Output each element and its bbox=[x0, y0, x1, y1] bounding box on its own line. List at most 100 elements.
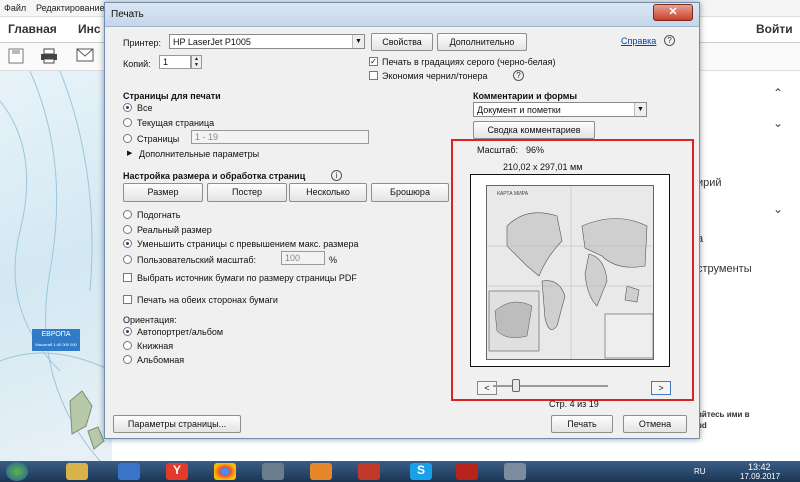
printer-select-value: HP LaserJet P1005 bbox=[173, 37, 251, 47]
orientation-auto-label: Автопортрет/альбом bbox=[137, 327, 224, 337]
radio-pages-range[interactable] bbox=[123, 134, 132, 143]
booklet-button[interactable]: Брошюра bbox=[371, 183, 449, 202]
paper-source-label: Выбрать источник бумаги по размеру стран… bbox=[137, 273, 357, 283]
right-panel-tools-text[interactable]: струменты bbox=[697, 263, 752, 275]
sign-in-link[interactable]: Войти bbox=[756, 22, 793, 36]
more-options-toggle[interactable]: Дополнительные параметры bbox=[139, 149, 259, 159]
shrink-oversized-label: Уменьшить страницы с превышением макс. р… bbox=[137, 239, 359, 249]
right-panel-text-4: вйтесь ими в bbox=[697, 410, 750, 419]
preview-slider-thumb[interactable] bbox=[512, 379, 520, 392]
properties-button[interactable]: Свойства bbox=[371, 33, 433, 51]
chevron-down-icon: ▼ bbox=[352, 35, 364, 48]
printer-label: Принтер: bbox=[123, 38, 162, 48]
media-player-icon[interactable] bbox=[310, 463, 332, 480]
prev-page-button[interactable]: < bbox=[477, 381, 497, 395]
pages-range-input[interactable]: 1 - 19 bbox=[191, 130, 369, 144]
advanced-button[interactable]: Дополнительно bbox=[437, 33, 527, 51]
copies-input[interactable]: 1 bbox=[159, 55, 191, 69]
help-icon[interactable]: ? bbox=[664, 35, 675, 46]
taskbar: Y S RU 13:42 17.09.2017 bbox=[0, 461, 800, 482]
radio-fit[interactable] bbox=[123, 210, 132, 219]
comments-select[interactable]: Документ и пометки ▼ bbox=[473, 102, 647, 117]
summarize-comments-button[interactable]: Сводка комментариев bbox=[473, 121, 595, 139]
fit-label: Подогнать bbox=[137, 210, 181, 220]
scale-value: 96% bbox=[526, 145, 545, 155]
files-icon[interactable] bbox=[262, 463, 284, 480]
chevron-down-icon[interactable]: ⌄ bbox=[773, 116, 783, 130]
custom-scale-label: Пользовательский масштаб: bbox=[137, 255, 256, 265]
copies-label: Копий: bbox=[123, 59, 151, 69]
preview-slider-track[interactable] bbox=[493, 385, 608, 387]
pages-range-label: Страницы bbox=[137, 134, 180, 144]
close-button[interactable]: ✕ bbox=[653, 4, 693, 21]
tab-home[interactable]: Главная bbox=[8, 22, 57, 36]
page-preview: КАРТА МИРА bbox=[470, 174, 670, 367]
menu-edit[interactable]: Редактирование bbox=[36, 3, 105, 13]
info-icon[interactable]: ? bbox=[513, 70, 524, 81]
radio-orientation-portrait[interactable] bbox=[123, 341, 132, 350]
page-counter: Стр. 4 из 19 bbox=[549, 399, 599, 409]
size-button[interactable]: Размер bbox=[123, 183, 203, 202]
duplex-checkbox[interactable] bbox=[123, 295, 132, 304]
printer-select[interactable]: HP LaserJet P1005 ▼ bbox=[169, 34, 365, 49]
radio-pages-all[interactable] bbox=[123, 103, 132, 112]
tab-tools[interactable]: Инс bbox=[78, 22, 101, 36]
save-ink-label: Экономия чернил/тонера bbox=[382, 71, 488, 81]
paper-size-text: 210,02 x 297,01 мм bbox=[503, 162, 583, 172]
custom-scale-input[interactable]: 100 bbox=[281, 251, 325, 265]
language-indicator[interactable]: RU bbox=[694, 467, 706, 476]
document-map-background: ЕВРОПА Масштаб 1:40 000 000 bbox=[0, 71, 112, 461]
video-icon[interactable] bbox=[358, 463, 380, 480]
print-dialog: Печать ✕ Принтер: HP LaserJet P1005 ▼ Св… bbox=[104, 2, 700, 439]
cancel-button[interactable]: Отмена bbox=[623, 415, 687, 433]
save-icon[interactable] bbox=[8, 48, 26, 64]
info-icon[interactable]: i bbox=[331, 170, 342, 181]
print-button[interactable]: Печать bbox=[551, 415, 613, 433]
pages-current-label: Текущая страница bbox=[137, 118, 215, 128]
email-icon[interactable] bbox=[76, 48, 94, 64]
map-europe-label: ЕВРОПА Масштаб 1:40 000 000 bbox=[32, 329, 80, 351]
grayscale-checkbox[interactable]: ✓ bbox=[369, 57, 378, 66]
percent-label: % bbox=[329, 255, 338, 265]
chevron-up-icon[interactable]: ⌃ bbox=[773, 86, 783, 100]
map-europe-title: ЕВРОПА bbox=[41, 331, 71, 338]
radio-orientation-auto[interactable] bbox=[123, 327, 132, 336]
copies-stepper[interactable]: ▲ ▼ bbox=[191, 55, 202, 69]
clock-date[interactable]: 17.09.2017 bbox=[740, 472, 780, 481]
menu-file[interactable]: Файл bbox=[4, 3, 26, 13]
radio-pages-current[interactable] bbox=[123, 118, 132, 127]
orientation-landscape-label: Альбомная bbox=[137, 355, 185, 365]
ie-icon[interactable] bbox=[118, 463, 140, 480]
skype-icon[interactable]: S bbox=[410, 463, 432, 480]
tools-right-panel: ⌃ ⌄ ирий ⌄ а струменты вйтесь ими в ud bbox=[697, 71, 800, 461]
clock-time[interactable]: 13:42 bbox=[748, 462, 771, 472]
explorer-icon[interactable] bbox=[66, 463, 88, 480]
start-button[interactable] bbox=[6, 462, 28, 481]
multiple-button[interactable]: Несколько bbox=[289, 183, 367, 202]
radio-orientation-landscape[interactable] bbox=[123, 355, 132, 364]
radio-custom-scale[interactable] bbox=[123, 255, 132, 264]
chevron-down-icon[interactable]: ⌄ bbox=[773, 202, 783, 216]
acrobat-icon[interactable] bbox=[456, 463, 478, 480]
radio-actual-size[interactable] bbox=[123, 225, 132, 234]
print-icon[interactable] bbox=[40, 48, 58, 64]
print-preview-panel: Масштаб: 96% 210,02 x 297,01 мм КАРТА МИ… bbox=[451, 139, 694, 401]
window-icon[interactable] bbox=[504, 463, 526, 480]
grayscale-label: Печать в градациях серого (черно-белая) bbox=[382, 57, 556, 67]
poster-button[interactable]: Постер bbox=[207, 183, 287, 202]
chrome-icon[interactable] bbox=[214, 463, 236, 480]
page-setup-button[interactable]: Параметры страницы... bbox=[113, 415, 241, 433]
comments-select-value: Документ и пометки bbox=[477, 105, 561, 115]
help-link[interactable]: Справка bbox=[621, 36, 656, 46]
paper-source-checkbox[interactable] bbox=[123, 273, 132, 282]
dialog-titlebar[interactable]: Печать ✕ bbox=[105, 3, 699, 27]
yandex-icon[interactable]: Y bbox=[166, 463, 188, 480]
duplex-label: Печать на обеих сторонах бумаги bbox=[137, 295, 278, 305]
pages-all-label: Все bbox=[137, 103, 153, 113]
expand-triangle-icon[interactable]: ▶ bbox=[127, 149, 132, 157]
dialog-title: Печать bbox=[111, 9, 144, 20]
radio-shrink-oversized[interactable] bbox=[123, 239, 132, 248]
world-map-drawing bbox=[487, 186, 653, 359]
save-ink-checkbox[interactable] bbox=[369, 71, 378, 80]
next-page-button[interactable]: > bbox=[651, 381, 671, 395]
